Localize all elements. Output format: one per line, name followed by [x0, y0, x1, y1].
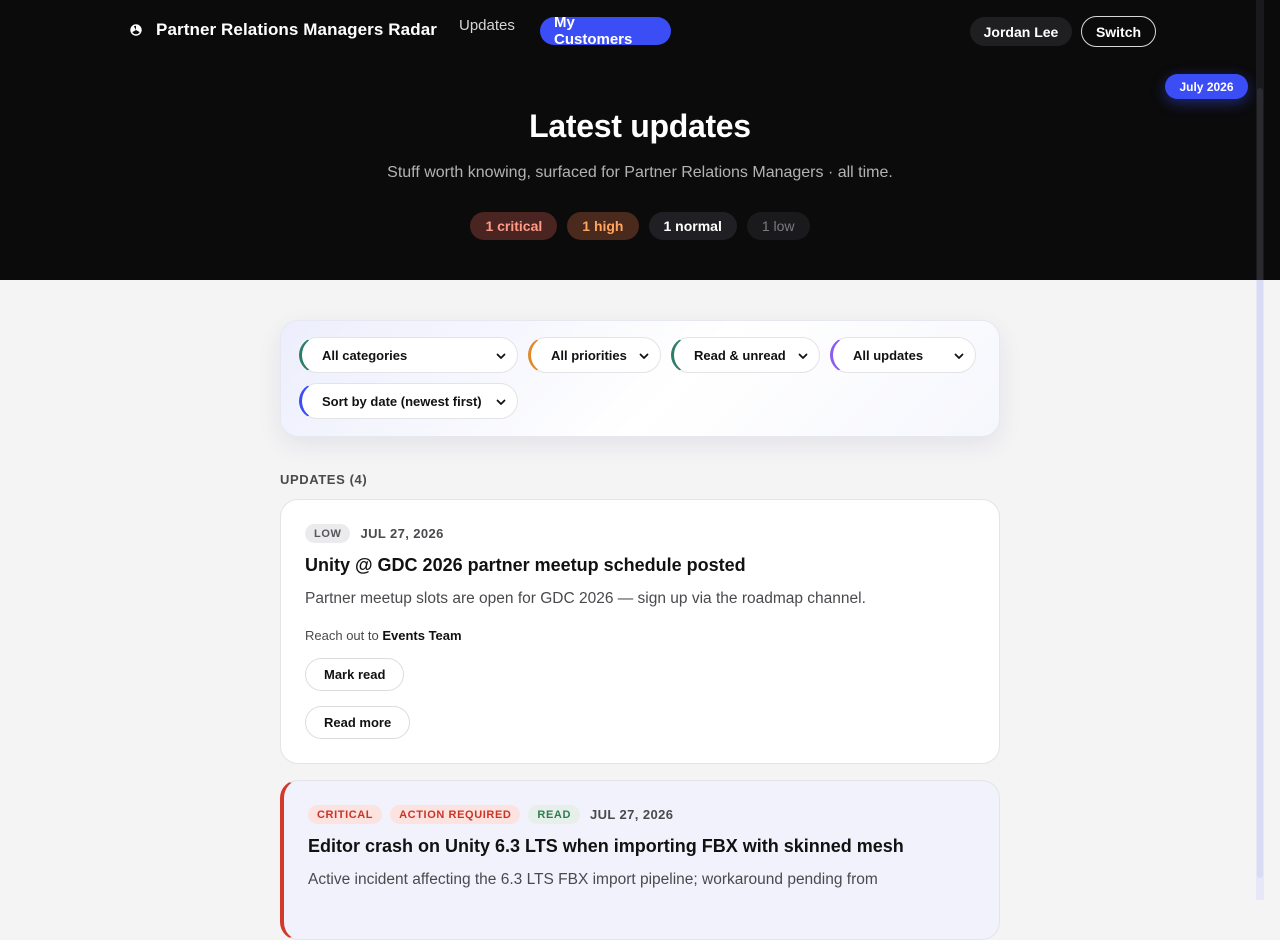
priority-tag-critical: CRITICAL: [308, 805, 383, 824]
update-title[interactable]: Unity @ GDC 2026 partner meetup schedule…: [305, 555, 746, 576]
chevron-down-icon: [639, 353, 649, 359]
update-card[interactable]: LOW JUL 27, 2026 Unity @ GDC 2026 partne…: [280, 499, 1000, 764]
priority-tag-low: LOW: [305, 524, 351, 543]
nav-my-customers-tab[interactable]: My Customers: [540, 14, 671, 48]
update-title[interactable]: Editor crash on Unity 6.3 LTS when impor…: [308, 836, 904, 857]
chevron-down-icon: [496, 353, 506, 359]
priority-summary: 1 critical 1 high 1 normal 1 low: [0, 212, 1280, 240]
hero-section: Partner Relations Managers Radar Updates…: [0, 0, 1280, 280]
mark-read-button[interactable]: Mark read: [305, 658, 405, 691]
priority-filter-value: All priorities: [551, 347, 627, 363]
action-required-tag: ACTION REQUIRED: [390, 805, 521, 824]
contact-prefix: Reach out to: [305, 628, 383, 643]
category-filter-value: All categories: [322, 347, 408, 363]
update-date: JUL 27, 2026: [590, 807, 674, 822]
low-count-pill[interactable]: 1 low: [746, 212, 810, 240]
update-summary: Active incident affecting the 6.3 LTS FB…: [308, 871, 878, 888]
chevron-down-icon: [798, 353, 808, 359]
top-navigation: Partner Relations Managers Radar Updates…: [0, 0, 1280, 64]
read-more-button[interactable]: Read more: [305, 706, 411, 739]
chevron-down-icon: [954, 353, 964, 359]
category-filter-select[interactable]: All categories: [299, 337, 518, 373]
critical-count-pill[interactable]: 1 critical: [470, 212, 558, 240]
contact-name: Events Team: [382, 628, 462, 643]
sort-value: Sort by date (newest first): [322, 393, 482, 409]
page-subtitle: Stuff worth knowing, surfaced for Partne…: [387, 164, 893, 181]
scope-filter-value: All updates: [853, 347, 924, 363]
priority-filter-select[interactable]: All priorities: [528, 337, 661, 373]
page-title: Latest updates: [529, 108, 751, 144]
month-badge[interactable]: July 2026: [1165, 74, 1248, 99]
high-count-pill[interactable]: 1 high: [567, 212, 639, 240]
sort-select[interactable]: Sort by date (newest first): [299, 383, 518, 419]
app-title: Partner Relations Managers Radar: [156, 20, 437, 39]
switch-user-button[interactable]: Switch: [1081, 16, 1156, 47]
update-date: JUL 27, 2026: [360, 526, 444, 541]
scrollbar-thumb[interactable]: [1257, 88, 1263, 878]
chevron-down-icon: [496, 399, 506, 405]
updates-list-heading: UPDATES (4): [280, 472, 368, 487]
update-card[interactable]: CRITICAL ACTION REQUIRED READ JUL 27, 20…: [280, 780, 1000, 940]
read-state-filter-select[interactable]: Read & unread: [671, 337, 820, 373]
nav-updates-link[interactable]: Updates: [459, 17, 515, 34]
update-contact: Reach out to Events Team: [305, 628, 462, 643]
radar-icon: [128, 22, 144, 38]
update-summary: Partner meetup slots are open for GDC 20…: [305, 590, 866, 607]
read-status-tag: READ: [528, 805, 580, 824]
update-meta-row: LOW JUL 27, 2026: [305, 524, 444, 543]
filter-panel: All categories All priorities Read & unr…: [280, 320, 1000, 437]
scope-filter-select[interactable]: All updates: [830, 337, 976, 373]
brand[interactable]: Partner Relations Managers Radar: [128, 20, 437, 40]
current-user-chip[interactable]: Jordan Lee: [970, 17, 1072, 46]
read-state-filter-value: Read & unread: [694, 347, 786, 363]
normal-count-pill[interactable]: 1 normal: [648, 212, 737, 240]
update-meta-row: CRITICAL ACTION REQUIRED READ JUL 27, 20…: [308, 805, 673, 824]
